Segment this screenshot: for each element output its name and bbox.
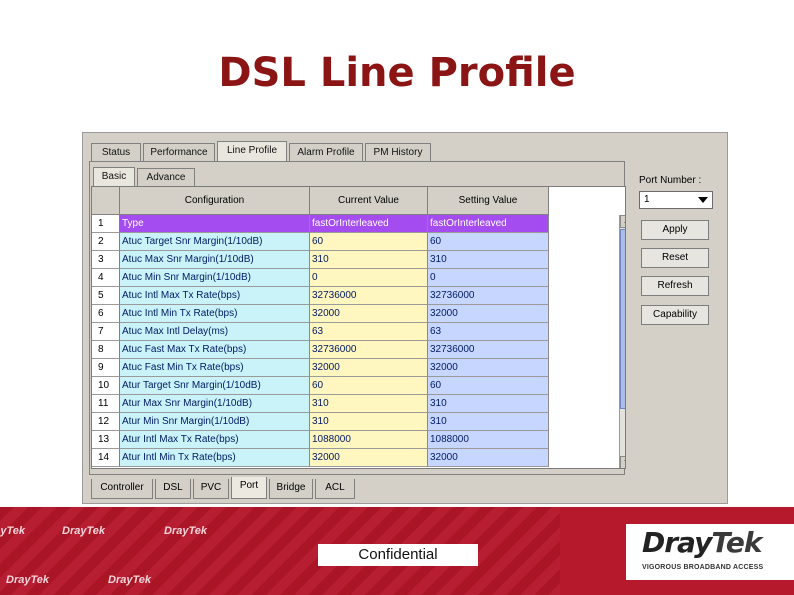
- current-value-cell[interactable]: 60: [310, 377, 428, 395]
- current-value-cell[interactable]: fastOrInterleaved: [310, 215, 428, 233]
- port-number-label: Port Number :: [639, 175, 702, 186]
- configuration-cell[interactable]: Atuc Fast Min Tx Rate(bps): [120, 359, 310, 377]
- profile-table: Configuration Current Value Setting Valu…: [91, 186, 626, 469]
- tab-status[interactable]: Status: [91, 143, 141, 161]
- chevron-down-icon: [698, 197, 708, 203]
- apply-button[interactable]: Apply: [641, 220, 709, 240]
- row-index: 3: [92, 251, 120, 269]
- setting-value-cell[interactable]: 32000: [428, 359, 549, 377]
- draytek-logo: DrayTek VIGOROUS BROADBAND ACCESS: [626, 524, 794, 580]
- tab-pvc[interactable]: PVC: [193, 479, 229, 499]
- tab-performance[interactable]: Performance: [143, 143, 215, 161]
- refresh-button[interactable]: Refresh: [641, 276, 709, 296]
- table-header-current-value[interactable]: Current Value: [310, 187, 428, 215]
- current-value-cell[interactable]: 60: [310, 233, 428, 251]
- configuration-cell[interactable]: Atuc Intl Max Tx Rate(bps): [120, 287, 310, 305]
- table-header-index: [92, 187, 120, 215]
- reset-button[interactable]: Reset: [641, 248, 709, 268]
- row-index: 9: [92, 359, 120, 377]
- tab-advance[interactable]: Advance: [137, 168, 195, 186]
- logo-dray: Dray: [642, 526, 712, 559]
- logo-wordmark: DrayTek: [642, 526, 762, 559]
- configuration-cell[interactable]: Atur Min Snr Margin(1/10dB): [120, 413, 310, 431]
- configuration-cell[interactable]: Atur Target Snr Margin(1/10dB): [120, 377, 310, 395]
- setting-value-cell[interactable]: 310: [428, 395, 549, 413]
- app-window: Status Performance Line Profile Alarm Pr…: [82, 132, 728, 504]
- row-index: 7: [92, 323, 120, 341]
- footer-watermark: DrayTek: [164, 525, 208, 537]
- current-value-cell[interactable]: 32000: [310, 305, 428, 323]
- footer-watermark: DrayTek: [62, 525, 106, 537]
- setting-value-cell[interactable]: 310: [428, 413, 549, 431]
- configuration-cell[interactable]: Atuc Intl Min Tx Rate(bps): [120, 305, 310, 323]
- row-index: 8: [92, 341, 120, 359]
- row-index: 2: [92, 233, 120, 251]
- logo-tagline: VIGOROUS BROADBAND ACCESS: [642, 564, 764, 571]
- slide-title: DSL Line Profile: [218, 50, 576, 96]
- configuration-cell[interactable]: Type: [120, 215, 310, 233]
- row-index: 5: [92, 287, 120, 305]
- footer-watermark: DrayTek: [108, 574, 152, 586]
- current-value-cell[interactable]: 32736000: [310, 287, 428, 305]
- configuration-cell[interactable]: Atur Max Snr Margin(1/10dB): [120, 395, 310, 413]
- setting-value-cell[interactable]: 32736000: [428, 341, 549, 359]
- configuration-cell[interactable]: Atur Intl Min Tx Rate(bps): [120, 449, 310, 467]
- scroll-up-icon[interactable]: ▲: [620, 215, 625, 228]
- row-index: 13: [92, 431, 120, 449]
- current-value-cell[interactable]: 32736000: [310, 341, 428, 359]
- setting-value-cell[interactable]: 0: [428, 269, 549, 287]
- setting-value-cell[interactable]: 32000: [428, 305, 549, 323]
- row-index: 6: [92, 305, 120, 323]
- tab-port[interactable]: Port: [231, 477, 267, 499]
- setting-value-cell[interactable]: 1088000: [428, 431, 549, 449]
- port-number-value: 1: [644, 194, 650, 205]
- footer-watermark: DrayTek: [6, 574, 50, 586]
- configuration-cell[interactable]: Atur Intl Max Tx Rate(bps): [120, 431, 310, 449]
- logo-tek: Tek: [711, 526, 762, 559]
- setting-value-cell[interactable]: 63: [428, 323, 549, 341]
- configuration-cell[interactable]: Atuc Target Snr Margin(1/10dB): [120, 233, 310, 251]
- current-value-cell[interactable]: 310: [310, 395, 428, 413]
- setting-value-cell[interactable]: 32736000: [428, 287, 549, 305]
- table-header-configuration[interactable]: Configuration: [120, 187, 310, 215]
- confidential-label: Confidential: [318, 544, 478, 566]
- tab-alarm-profile[interactable]: Alarm Profile: [289, 143, 363, 161]
- port-number-select[interactable]: 1: [639, 191, 713, 209]
- current-value-cell[interactable]: 0: [310, 269, 428, 287]
- scroll-down-icon[interactable]: ▼: [620, 456, 625, 468]
- footer-watermark: DrayTek: [0, 525, 26, 537]
- configuration-cell[interactable]: Atuc Fast Max Tx Rate(bps): [120, 341, 310, 359]
- current-value-cell[interactable]: 310: [310, 251, 428, 269]
- row-index: 10: [92, 377, 120, 395]
- row-index: 14: [92, 449, 120, 467]
- table-header-setting-value[interactable]: Setting Value: [428, 187, 549, 215]
- setting-value-cell[interactable]: fastOrInterleaved: [428, 215, 549, 233]
- tab-acl[interactable]: ACL: [315, 479, 355, 499]
- tab-line-profile[interactable]: Line Profile: [217, 141, 287, 161]
- setting-value-cell[interactable]: 310: [428, 251, 549, 269]
- tab-pm-history[interactable]: PM History: [365, 143, 431, 161]
- table-scrollbar[interactable]: ▲ ▼: [619, 215, 625, 468]
- row-index: 4: [92, 269, 120, 287]
- configuration-cell[interactable]: Atuc Max Snr Margin(1/10dB): [120, 251, 310, 269]
- current-value-cell[interactable]: 1088000: [310, 431, 428, 449]
- current-value-cell[interactable]: 310: [310, 413, 428, 431]
- setting-value-cell[interactable]: 60: [428, 377, 549, 395]
- current-value-cell[interactable]: 32000: [310, 359, 428, 377]
- current-value-cell[interactable]: 32000: [310, 449, 428, 467]
- current-value-cell[interactable]: 63: [310, 323, 428, 341]
- row-index: 11: [92, 395, 120, 413]
- setting-value-cell[interactable]: 60: [428, 233, 549, 251]
- capability-button[interactable]: Capability: [641, 305, 709, 325]
- tab-bridge[interactable]: Bridge: [269, 479, 313, 499]
- scroll-thumb[interactable]: [620, 229, 625, 409]
- tab-dsl[interactable]: DSL: [155, 479, 191, 499]
- tab-controller[interactable]: Controller: [91, 479, 153, 499]
- setting-value-cell[interactable]: 32000: [428, 449, 549, 467]
- configuration-cell[interactable]: Atuc Min Snr Margin(1/10dB): [120, 269, 310, 287]
- row-index: 1: [92, 215, 120, 233]
- tab-basic[interactable]: Basic: [93, 167, 135, 187]
- row-index: 12: [92, 413, 120, 431]
- configuration-cell[interactable]: Atuc Max Intl Delay(ms): [120, 323, 310, 341]
